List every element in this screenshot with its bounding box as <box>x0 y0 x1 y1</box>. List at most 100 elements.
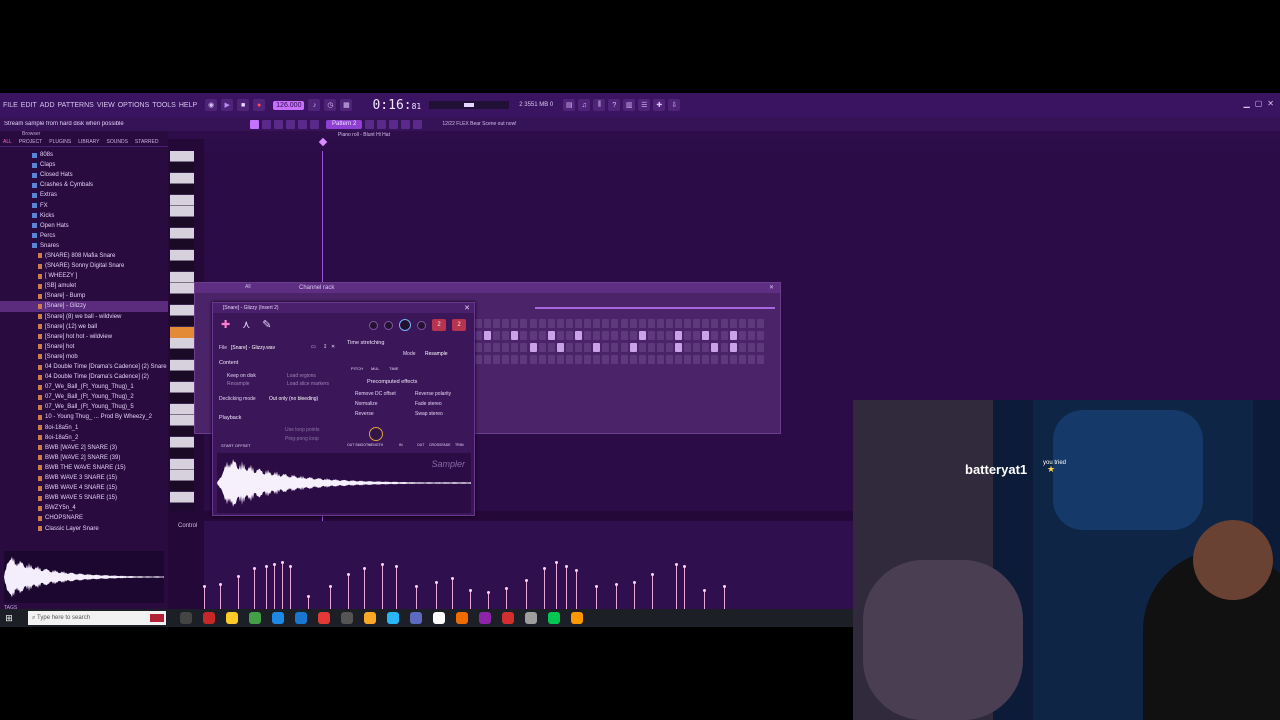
step-button[interactable] <box>684 355 692 364</box>
task-view-icon[interactable] <box>180 612 192 624</box>
browser-item[interactable]: 04 Double Time [Drama's Cadence] (2) <box>0 372 168 382</box>
step-button[interactable] <box>611 343 619 352</box>
playlist-icon[interactable]: ▤ <box>563 99 576 111</box>
step-button[interactable] <box>493 331 501 340</box>
step-button[interactable] <box>611 355 619 364</box>
piano-key[interactable] <box>170 250 194 261</box>
pencil-tool-icon[interactable] <box>413 119 423 129</box>
step-button[interactable] <box>684 319 692 328</box>
step-button[interactable] <box>502 355 510 364</box>
step-button[interactable] <box>611 319 619 328</box>
snap-icon[interactable] <box>250 119 259 129</box>
use-loop-points-option[interactable]: Use loop points <box>285 427 319 433</box>
reverse-polarity-option[interactable]: Reverse polarity <box>415 391 451 397</box>
step-button[interactable] <box>729 331 737 340</box>
file-explorer-icon[interactable] <box>364 612 376 624</box>
volume-knob[interactable] <box>384 320 393 330</box>
step-button[interactable] <box>702 331 710 340</box>
piano-key[interactable] <box>170 371 194 382</box>
step-button[interactable] <box>693 331 701 340</box>
app-icon-white[interactable] <box>433 612 445 624</box>
step-button[interactable] <box>475 319 482 328</box>
step-edit-icon[interactable]: ▦ <box>340 99 353 111</box>
step-button[interactable] <box>520 319 528 328</box>
step-button[interactable] <box>593 319 601 328</box>
pan-knob[interactable] <box>369 320 378 330</box>
step-button[interactable] <box>675 331 683 340</box>
channel-rack-close-icon[interactable]: ✕ <box>769 284 774 291</box>
step-button[interactable] <box>529 343 537 352</box>
step-button[interactable] <box>620 343 628 352</box>
step-button[interactable] <box>502 319 510 328</box>
close-icon[interactable]: ✕ <box>1267 99 1274 108</box>
pitch-knob[interactable] <box>399 319 411 331</box>
step-button[interactable] <box>547 343 555 352</box>
piano-key[interactable] <box>170 404 194 415</box>
fade-stereo-option[interactable]: Fade stereo <box>415 401 442 407</box>
step-button[interactable] <box>711 343 719 352</box>
piano-key[interactable] <box>170 239 194 250</box>
step-button[interactable] <box>647 331 655 340</box>
step-button[interactable] <box>711 331 719 340</box>
step-button[interactable] <box>656 343 664 352</box>
browser-item[interactable]: FX <box>0 200 168 210</box>
control-lane-label[interactable]: Control <box>178 523 197 529</box>
mode-select[interactable]: Resample <box>425 351 448 357</box>
browser-item[interactable]: BWB WAVE 5 SNARE (15) <box>0 493 168 503</box>
piano-key[interactable] <box>170 338 194 349</box>
step-button[interactable] <box>684 343 692 352</box>
piano-key[interactable] <box>170 481 194 492</box>
channel-rack-icon[interactable]: ▥ <box>623 99 636 111</box>
browser-waveform-preview[interactable] <box>4 551 164 603</box>
step-button[interactable] <box>729 319 737 328</box>
browser-item[interactable]: BWB [WAVE 2] SNARE (39) <box>0 453 168 463</box>
browser-item[interactable]: 8oi-18a5n_2 <box>0 433 168 443</box>
browser-item[interactable]: BWB WAVE 4 SNARE (15) <box>0 483 168 493</box>
step-button[interactable] <box>747 331 755 340</box>
mute-icon[interactable] <box>298 119 307 129</box>
step-button[interactable] <box>720 343 728 352</box>
step-button[interactable] <box>720 355 728 364</box>
reverse-option[interactable]: Reverse <box>355 411 374 417</box>
record-button[interactable]: ● <box>253 99 266 111</box>
master-volume-meter[interactable] <box>429 101 510 109</box>
piano-key[interactable] <box>170 173 194 184</box>
plugin-tool-icon[interactable] <box>401 119 411 129</box>
step-button[interactable] <box>475 343 482 352</box>
piano-key[interactable] <box>170 162 194 173</box>
browser-item[interactable]: [Snare] hot <box>0 342 168 352</box>
channel-rack-titlebar[interactable]: Channel rack <box>195 283 780 293</box>
step-button[interactable] <box>620 331 628 340</box>
app-icon-grey[interactable] <box>341 612 353 624</box>
playhead-marker[interactable] <box>318 137 328 147</box>
browser-item[interactable]: [Snare] mob <box>0 352 168 362</box>
normalize-option[interactable]: Normalize <box>355 401 378 407</box>
plugin-tab-icon[interactable]: ✚ <box>221 318 230 331</box>
piano-key[interactable] <box>170 217 194 228</box>
step-button[interactable] <box>738 355 746 364</box>
step-button[interactable] <box>675 319 683 328</box>
step-button[interactable] <box>565 355 573 364</box>
step-button[interactable] <box>602 343 610 352</box>
step-button[interactable] <box>629 319 637 328</box>
envelope-tab-icon[interactable]: ⋏ <box>242 318 250 331</box>
step-button[interactable] <box>565 343 573 352</box>
step-button[interactable] <box>538 319 546 328</box>
piano-key[interactable] <box>170 470 194 481</box>
browser-tab-library[interactable]: LIBRARY <box>78 139 99 145</box>
taskbar-search[interactable]: ⌕ Type here to search <box>28 611 166 625</box>
sample-waveform[interactable]: Sampler <box>217 453 471 513</box>
app-icon-opera[interactable] <box>318 612 330 624</box>
step-button[interactable] <box>556 319 564 328</box>
file-name[interactable]: [Snare] - Glizzy.wav <box>231 345 275 351</box>
browser-item[interactable]: Closed Hats <box>0 170 168 180</box>
add-pattern-icon[interactable] <box>365 119 375 129</box>
step-button[interactable] <box>693 343 701 352</box>
browser-item[interactable]: 10 - Young Thug_ ... Prod By Wheezy_2 <box>0 412 168 422</box>
mixer-icon[interactable]: ⫼ <box>593 99 606 111</box>
channel-filter[interactable]: All <box>245 284 251 290</box>
piano-key[interactable] <box>170 459 194 470</box>
declicking-select[interactable]: Out only (no bleeding) <box>269 396 318 402</box>
step-button[interactable] <box>629 331 637 340</box>
step-button[interactable] <box>738 319 746 328</box>
